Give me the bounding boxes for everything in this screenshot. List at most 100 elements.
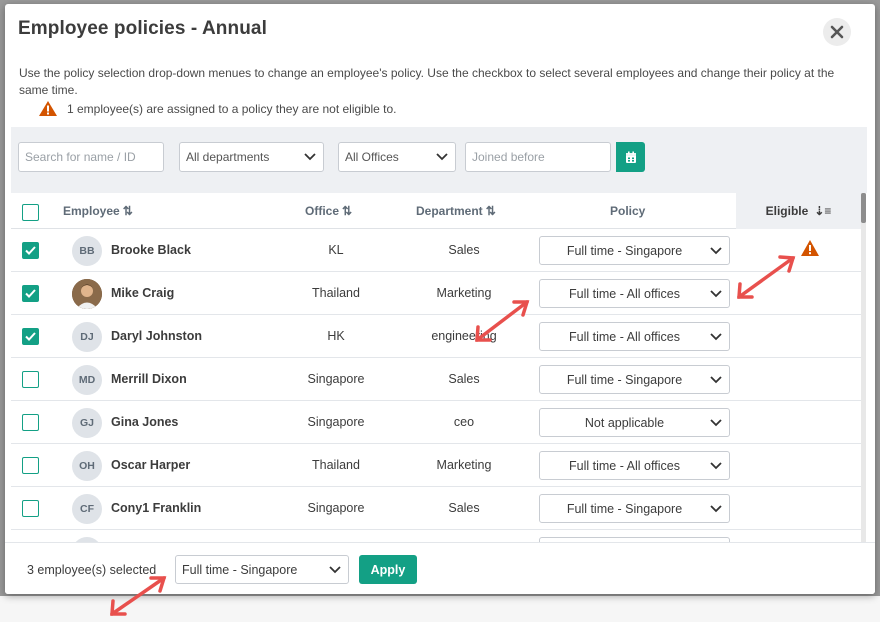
employee-department: Sales — [448, 243, 480, 257]
policy-select[interactable]: Full time - All offices — [539, 279, 730, 308]
employee-department: Sales — [448, 372, 480, 386]
warning-text: 1 employee(s) are assigned to a policy t… — [67, 101, 397, 116]
header-eligible[interactable]: Eligible ⇣≡ — [736, 193, 861, 229]
table-row-partial — [11, 530, 861, 542]
calendar-button[interactable] — [616, 142, 645, 172]
policy-select-value: Not applicable — [584, 415, 665, 430]
table-row: BB Brooke Black KL Sales Full time - Sin… — [11, 229, 861, 272]
employee-rows: BB Brooke Black KL Sales Full time - Sin… — [11, 229, 861, 542]
calendar-icon — [625, 151, 636, 163]
close-icon — [830, 25, 844, 39]
employee-department: Marketing — [436, 286, 492, 300]
employee-department: ceo — [453, 415, 475, 429]
avatar: DJ — [72, 322, 102, 352]
policy-select-value: Full time - All offices — [569, 286, 680, 301]
row-checkbox[interactable] — [22, 371, 39, 388]
policy-select-value: Full time - Singapore — [566, 372, 683, 387]
sort-arrows-icon: ⇅ — [485, 204, 496, 218]
dialog-description: Use the policy selection drop-down menue… — [19, 66, 835, 97]
employee-office: Thailand — [312, 286, 360, 300]
avatar: MD — [72, 365, 102, 395]
select-all-checkbox[interactable] — [22, 204, 39, 221]
close-button[interactable] — [823, 18, 851, 46]
row-checkbox[interactable] — [22, 285, 39, 302]
chevron-down-icon — [329, 566, 341, 574]
employee-name: Brooke Black — [111, 243, 191, 257]
header-department-label: Department — [416, 204, 483, 218]
office-filter[interactable]: All Offices — [338, 142, 456, 172]
table-header: Employee ⇅ Office ⇅ Department ⇅ Policy Eli… — [11, 193, 861, 229]
chevron-down-icon — [304, 153, 316, 161]
bulk-policy-select[interactable]: Full time - Singapore — [175, 555, 349, 584]
office-filter-value: All Offices — [345, 150, 399, 164]
employee-office: Singapore — [307, 415, 365, 429]
dialog-title: Employee policies - Annual — [18, 18, 267, 39]
sort-list-icon: ⇣≡ — [814, 204, 832, 218]
policy-select[interactable]: Full time - All offices — [539, 322, 730, 351]
policy-select-value: Full time - Singapore — [566, 243, 683, 258]
warning-triangle-icon — [801, 240, 819, 256]
row-checkbox[interactable] — [22, 500, 39, 517]
department-filter-value: All departments — [186, 150, 270, 164]
header-policy-label: Policy — [610, 204, 646, 218]
table-scrollbar[interactable] — [861, 193, 866, 543]
policy-select[interactable]: Full time - Singapore — [539, 494, 730, 523]
avatar: BB — [72, 236, 102, 266]
chevron-down-icon — [710, 247, 722, 255]
bulk-action-footer: 3 employee(s) selected Full time - Singa… — [5, 542, 875, 594]
employee-office: Thailand — [312, 458, 360, 472]
employee-office: HK — [327, 329, 345, 343]
avatar-photo — [72, 279, 102, 309]
policy-select[interactable]: Full time - All offices — [539, 451, 730, 480]
employee-name: Cony1 Franklin — [111, 501, 202, 515]
apply-button[interactable]: Apply — [359, 555, 417, 584]
chevron-down-icon — [710, 505, 722, 513]
policy-select-value: Full time - All offices — [569, 329, 680, 344]
policy-select[interactable]: Not applicable — [539, 408, 730, 437]
row-checkbox[interactable] — [22, 457, 39, 474]
joined-before-input[interactable]: Joined before — [465, 142, 611, 172]
sort-arrows-icon: ⇅ — [342, 204, 353, 218]
chevron-down-icon — [710, 376, 722, 384]
header-policy: Policy — [610, 193, 645, 229]
row-checkbox[interactable] — [22, 328, 39, 345]
avatar: OH — [72, 451, 102, 481]
employee-office: Singapore — [307, 501, 365, 515]
employee-office: Singapore — [307, 372, 365, 386]
employee-name: Mike Craig — [111, 286, 175, 300]
policy-select[interactable]: Full time - Singapore — [539, 236, 730, 265]
employee-department: engineering — [431, 329, 497, 343]
policy-select[interactable]: Full time - Singapore — [539, 365, 730, 394]
table-row: GJ Gina Jones Singapore ceo Not applicab… — [11, 401, 861, 444]
table-row: DJ Daryl Johnston HK engineering Full ti… — [11, 315, 861, 358]
selected-count: 3 employee(s) selected — [27, 563, 157, 577]
header-department[interactable]: Department ⇅ — [416, 193, 496, 229]
header-employee[interactable]: Employee ⇅ — [63, 193, 133, 229]
scrollbar-thumb[interactable] — [861, 193, 866, 223]
eligibility-warning: 1 employee(s) are assigned to a policy t… — [38, 100, 397, 117]
row-checkbox[interactable] — [22, 414, 39, 431]
row-checkbox[interactable] — [22, 242, 39, 259]
background-strip — [0, 596, 880, 622]
search-input[interactable]: Search for name / ID — [18, 142, 164, 172]
sort-arrows-icon: ⇅ — [122, 204, 133, 218]
header-office-label: Office — [305, 204, 340, 218]
avatar: GJ — [72, 408, 102, 438]
policy-select-value: Full time - All offices — [569, 458, 680, 473]
header-office[interactable]: Office ⇅ — [305, 193, 352, 229]
header-employee-label: Employee — [63, 204, 120, 218]
chevron-down-icon — [710, 462, 722, 470]
employee-department: Sales — [448, 501, 480, 515]
table-row: MD Merrill Dixon Singapore Sales Full ti… — [11, 358, 861, 401]
department-filter[interactable]: All departments — [179, 142, 324, 172]
chevron-down-icon — [710, 419, 722, 427]
employee-office: KL — [328, 243, 344, 257]
policy-select-value: Full time - Singapore — [566, 501, 683, 516]
employee-name: Daryl Johnston — [111, 329, 202, 343]
table-row: OH Oscar Harper Thailand Marketing Full … — [11, 444, 861, 487]
employee-name: Merrill Dixon — [111, 372, 187, 386]
warning-triangle-icon — [39, 101, 57, 116]
chevron-down-icon — [436, 153, 448, 161]
header-eligible-label: Eligible — [765, 204, 809, 218]
table-row: Mike Craig Thailand Marketing Full time … — [11, 272, 861, 315]
